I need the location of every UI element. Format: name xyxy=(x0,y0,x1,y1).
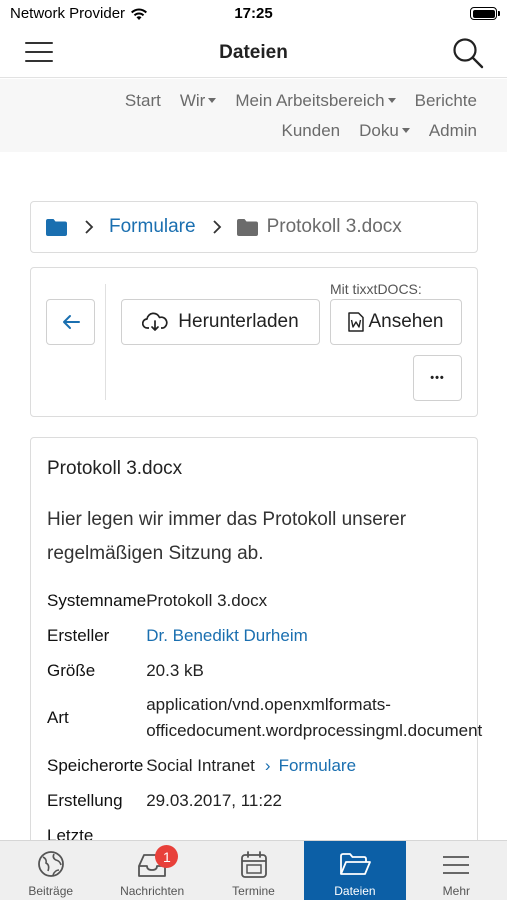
back-button[interactable] xyxy=(46,299,95,345)
page-title: Dateien xyxy=(219,42,288,63)
tixxt-docs-label: Mit tixxtDOCS: xyxy=(330,281,422,297)
globe-icon xyxy=(37,851,64,877)
folder-open-icon xyxy=(340,853,371,875)
caret-down-icon xyxy=(387,98,396,103)
tab-nachrichten[interactable]: 1 Nachrichten xyxy=(101,841,202,900)
word-document-icon xyxy=(348,312,365,332)
property-key: Größe xyxy=(47,660,96,680)
menu-item-label: Doku xyxy=(359,121,399,140)
download-label: Herunterladen xyxy=(178,311,299,332)
hamburger-menu-icon xyxy=(443,856,470,874)
chevron-right-icon xyxy=(212,220,221,234)
menu-item-wir[interactable]: Wir xyxy=(179,91,217,111)
property-key: Art xyxy=(47,708,69,727)
top-menu-row-1: Start Wir Mein Arbeitsbereich Berichte xyxy=(125,91,477,111)
table-row: Ersteller Dr. Benedikt Durheim xyxy=(47,618,482,653)
chevron-right-icon xyxy=(85,220,94,234)
table-row: Art application/vnd.openxmlformats- offi… xyxy=(47,688,482,748)
menu-item-kunden[interactable]: Kunden xyxy=(282,121,341,141)
calendar-icon xyxy=(240,851,267,878)
file-description: Hier legen wir immer das Protokoll unser… xyxy=(47,509,407,564)
mime-type-line: application/vnd.openxmlformats- xyxy=(146,695,391,714)
tab-dateien[interactable]: Dateien xyxy=(304,841,406,900)
breadcrumb: Formulare Protokoll 3.docx xyxy=(30,201,478,253)
table-row: Speicherorte Social Intranet › Formulare xyxy=(47,748,482,783)
property-key: Systemname xyxy=(47,590,147,610)
view-label: Ansehen xyxy=(368,311,444,332)
menu-item-doku[interactable]: Doku xyxy=(359,121,410,141)
location-folder-link[interactable]: Formulare xyxy=(279,756,356,775)
table-row: Systemname Protokoll 3.docx xyxy=(47,583,482,618)
clock: 17:25 xyxy=(234,5,273,22)
property-value: 20.3 kB xyxy=(146,660,204,680)
tab-bar: Beiträge 1 Nachrichten Termine Dateien M… xyxy=(0,840,507,900)
caret-down-icon xyxy=(208,98,217,103)
status-bar: Network Provider 17:25 xyxy=(0,0,507,28)
menu-item-label: Berichte xyxy=(414,91,477,110)
download-button[interactable]: Herunterladen xyxy=(121,299,320,345)
location-root: Social Intranet xyxy=(146,755,255,775)
folder-icon[interactable] xyxy=(46,218,67,236)
menu-item-mein-arbeitsbereich[interactable]: Mein Arbeitsbereich xyxy=(235,91,396,111)
tab-label: Nachrichten xyxy=(120,884,185,898)
file-toolbar: Herunterladen Mit tixxtDOCS: Ansehen ••• xyxy=(30,267,478,417)
breadcrumb-link-formulare[interactable]: Formulare xyxy=(109,216,196,238)
property-value: application/vnd.openxmlformats- officedo… xyxy=(146,688,482,748)
property-key: Erstellung xyxy=(47,790,123,810)
view-button[interactable]: Ansehen xyxy=(330,299,462,345)
property-key: Ersteller xyxy=(47,625,110,645)
search-icon[interactable] xyxy=(451,36,485,70)
creator-link[interactable]: Dr. Benedikt Durheim xyxy=(146,626,308,645)
tab-label: Beiträge xyxy=(28,884,74,898)
menu-item-label: Wir xyxy=(179,91,206,110)
menu-item-admin[interactable]: Admin xyxy=(429,121,477,141)
unread-badge: 1 xyxy=(155,845,179,868)
toolbar-divider xyxy=(105,284,106,400)
table-row: Größe 20.3 kB xyxy=(47,653,482,688)
menu-item-label: Mein Arbeitsbereich xyxy=(235,91,385,110)
arrow-left-icon xyxy=(62,315,80,329)
property-key: Speicherorte xyxy=(47,755,144,775)
property-value: Social Intranet › Formulare xyxy=(146,748,482,783)
mime-type-line: officedocument.wordprocessingml.document xyxy=(146,721,483,740)
tab-beitraege[interactable]: Beiträge xyxy=(0,841,101,900)
menu-item-label: Admin xyxy=(428,121,477,140)
file-details: Protokoll 3.docx Hier legen wir immer da… xyxy=(30,437,482,857)
tab-label: Mehr xyxy=(442,884,470,898)
tab-mehr[interactable]: Mehr xyxy=(406,841,507,900)
table-row: Erstellung 29.03.2017, 11:22 xyxy=(47,783,482,818)
top-menu-row-2: Kunden Doku Admin xyxy=(282,121,478,141)
menu-item-berichte[interactable]: Berichte xyxy=(415,91,477,111)
cloud-download-icon xyxy=(142,312,168,331)
chevron-right-icon: › xyxy=(264,755,271,775)
property-value: Protokoll 3.docx xyxy=(146,590,268,610)
file-title: Protokoll 3.docx xyxy=(47,458,183,479)
tab-termine[interactable]: Termine xyxy=(203,841,304,900)
folder-icon xyxy=(236,218,258,236)
more-options-button[interactable]: ••• xyxy=(413,355,462,401)
property-value: 29.03.2017, 11:22 xyxy=(146,790,283,810)
more-options-icon: ••• xyxy=(430,372,445,384)
top-menu: Start Wir Mein Arbeitsbereich Berichte K… xyxy=(0,79,507,152)
nav-bar: Dateien xyxy=(0,28,507,78)
tab-label: Termine xyxy=(232,884,275,898)
breadcrumb-current: Protokoll 3.docx xyxy=(266,216,402,237)
menu-item-start[interactable]: Start xyxy=(125,91,161,111)
battery-icon xyxy=(470,7,500,20)
menu-item-label: Kunden xyxy=(281,121,341,140)
file-properties-table: Systemname Protokoll 3.docx Ersteller Dr… xyxy=(47,583,482,853)
caret-down-icon xyxy=(401,128,410,133)
tab-label: Dateien xyxy=(334,884,376,898)
menu-item-label: Start xyxy=(124,91,161,110)
